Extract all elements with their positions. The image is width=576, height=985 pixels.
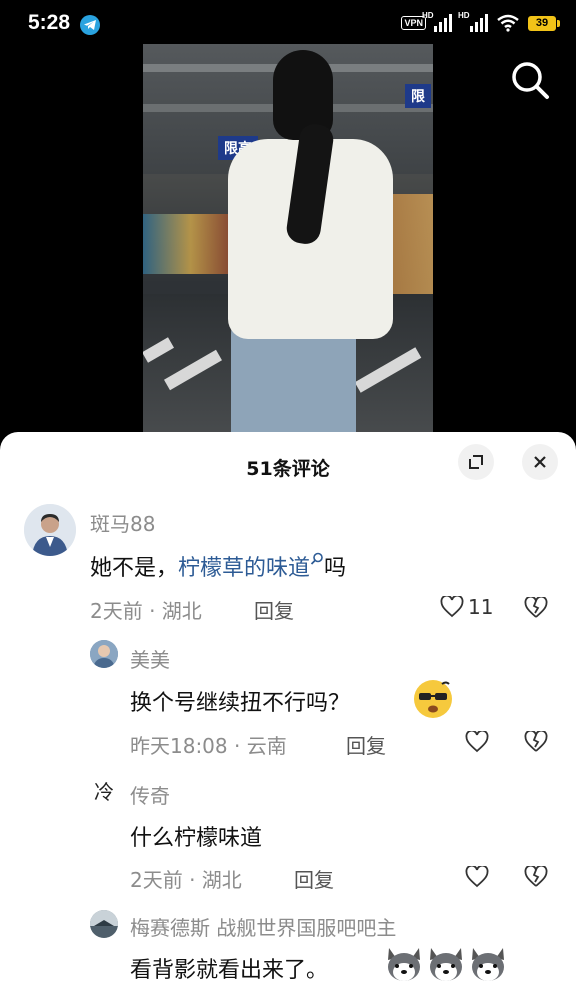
avatar[interactable] [24, 504, 76, 556]
comment-username[interactable]: 美美 [130, 644, 170, 673]
search-small-icon [310, 552, 323, 565]
comment-meta: 2天前 · 湖北 [130, 868, 242, 892]
telegram-icon [80, 15, 100, 35]
status-time: 5:28 [28, 11, 71, 34]
comments-panel: 51条评论 斑马88 她不是，柠檬草的味道吗 2天前 · 湖北 回复 11 美美… [0, 432, 576, 985]
expand-icon [469, 455, 483, 469]
hd-label-2: HD [458, 11, 470, 20]
comment-username[interactable]: 斑马88 [90, 508, 155, 537]
husky-emoji-icon [472, 948, 504, 981]
hd-label: HD [422, 11, 434, 20]
avatar[interactable] [90, 640, 118, 668]
comment-meta: 2天前 · 湖北 [90, 599, 202, 623]
broken-heart-icon [524, 864, 548, 887]
comment-text: 她不是，柠檬草的味道吗 [90, 550, 346, 582]
heart-icon [440, 596, 464, 618]
comment-username[interactable]: 传奇 [130, 780, 170, 809]
like-count: 11 [468, 595, 494, 619]
like-button[interactable] [465, 731, 489, 753]
dislike-button[interactable] [524, 864, 548, 892]
comment-meta: 昨天18:08 · 云南 [130, 734, 287, 758]
comment-text-body: 换个号继续扭不行吗？ [130, 691, 351, 716]
search-link-text: 柠檬草的味道 [178, 556, 311, 581]
reply-button[interactable]: 回复 [254, 595, 294, 624]
heart-icon [465, 731, 489, 753]
heart-icon [465, 866, 489, 888]
comment-username[interactable]: 梅赛德斯 战舰世界国服吧吧主 [130, 912, 396, 941]
comment-text-prefix: 她不是， [90, 556, 179, 581]
search-link[interactable]: 柠檬草的味道 [178, 552, 324, 581]
broken-heart-icon [524, 729, 548, 752]
height-limit-sign-right: 限 [405, 84, 431, 108]
signal-icon: HD [422, 11, 452, 32]
video-player[interactable]: 限高 限 [0, 44, 576, 444]
signal-icon-2: HD [458, 11, 488, 32]
close-button[interactable] [522, 444, 558, 480]
avatar[interactable] [90, 910, 118, 938]
like-button[interactable]: 11 [440, 595, 493, 619]
like-button[interactable] [465, 866, 489, 888]
husky-emoji-icon [430, 948, 462, 981]
close-icon [534, 456, 546, 468]
reply-button[interactable]: 回复 [346, 730, 386, 759]
comment-text: 什么柠檬味道 [130, 826, 263, 851]
reply-button[interactable]: 回复 [294, 864, 334, 893]
battery-icon: 39 [528, 15, 560, 31]
dislike-button[interactable] [524, 595, 548, 623]
comment-text: 换个号继续扭不行吗？ [130, 685, 350, 717]
comment-text-suffix: 吗 [324, 556, 347, 581]
cool-emoji-icon [414, 680, 452, 718]
avatar-char: 冷 [94, 779, 114, 804]
broken-heart-icon [524, 595, 548, 618]
husky-emoji-icon [388, 948, 420, 981]
video-frame[interactable]: 限高 限 [143, 44, 433, 444]
expand-button[interactable] [458, 444, 494, 480]
wifi-icon [497, 14, 519, 32]
dislike-button[interactable] [524, 729, 548, 757]
search-icon[interactable] [508, 58, 552, 102]
painted-wall [143, 214, 238, 274]
comment-text: 看背影就看出来了。 [130, 958, 329, 983]
status-bar: 5:28 VPN HD HD 39 [0, 0, 576, 44]
avatar[interactable]: 冷 [90, 776, 118, 804]
